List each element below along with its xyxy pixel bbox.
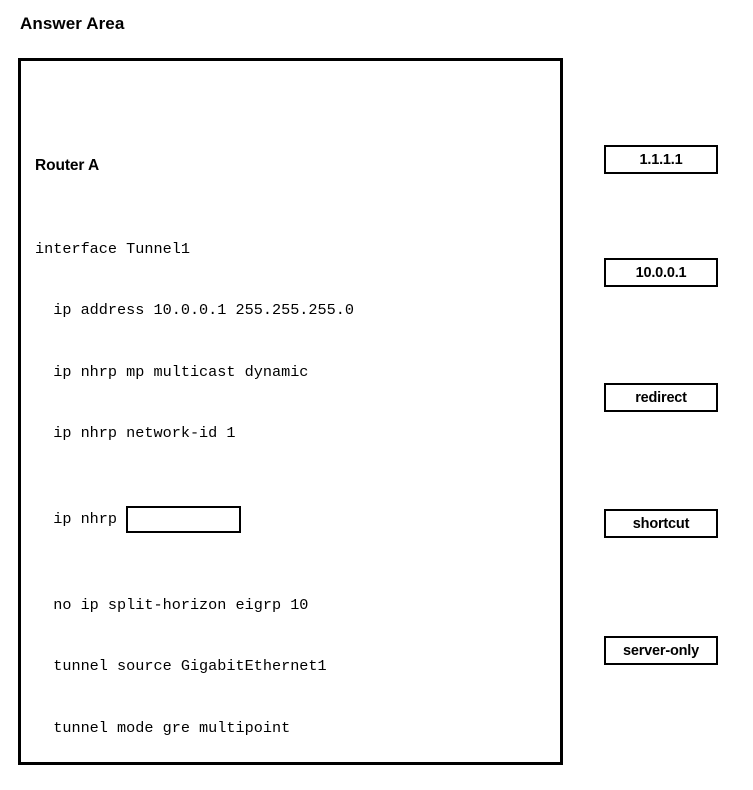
option-tile-server-only[interactable]: server-only [604, 636, 718, 665]
option-tile-shortcut[interactable]: shortcut [604, 509, 718, 538]
option-tile-10-0-0-1[interactable]: 10.0.0.1 [604, 258, 718, 287]
config-line-label: ip nhrp [35, 509, 127, 528]
router-a-nhrp-drop-slot[interactable] [126, 505, 242, 533]
option-tile-redirect[interactable]: redirect [604, 383, 718, 412]
draggable-options-column: 1.1.1.1 10.0.0.1 redirect shortcut serve… [604, 0, 744, 790]
config-line-with-drop-slot: ip nhrp [35, 505, 560, 533]
config-line: no ip split-horizon eigrp 10 [35, 595, 309, 614]
router-a-heading: Router A [35, 157, 100, 174]
router-config-listing: Router A interface Tunnel1 ip address 10… [35, 74, 560, 762]
answer-area-box: Router A interface Tunnel1 ip address 10… [18, 58, 563, 765]
config-line: ip nhrp network-id 1 [35, 424, 236, 442]
page-title: Answer Area [20, 14, 125, 33]
config-line: tunnel mode gre multipoint [35, 718, 291, 737]
config-line: tunnel source GigabitEthernet1 [35, 657, 327, 675]
option-tile-1-1-1-1[interactable]: 1.1.1.1 [604, 145, 718, 174]
config-line: interface Tunnel1 [35, 239, 190, 258]
config-line: ip address 10.0.0.1 255.255.255.0 [35, 301, 354, 319]
config-line: ip nhrp mp multicast dynamic [35, 362, 309, 381]
